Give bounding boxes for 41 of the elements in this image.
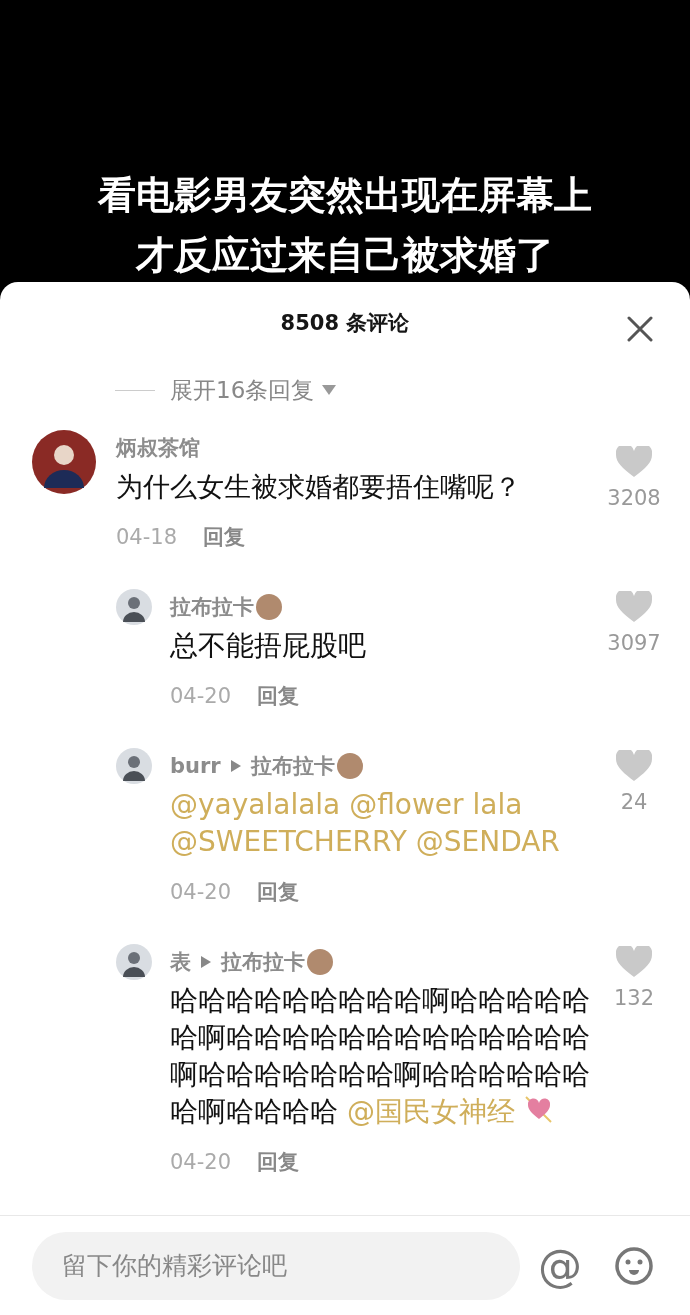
reply-button[interactable]: 回复 xyxy=(257,878,300,906)
author-name[interactable]: 炳叔茶馆 xyxy=(116,434,200,462)
mention-link[interactable]: @yayalalala xyxy=(170,788,341,821)
reply-to-name[interactable]: 拉布拉卡 xyxy=(221,948,305,976)
reply-button[interactable]: 回复 xyxy=(257,682,300,710)
reply-button[interactable]: 回复 xyxy=(257,1148,300,1176)
reply-arrow-icon xyxy=(201,956,211,968)
comment-date: 04-20 xyxy=(170,684,232,708)
comment-date: 04-20 xyxy=(170,880,232,904)
mention-link[interactable]: @国民女神经 xyxy=(346,1095,515,1128)
like-count: 3208 xyxy=(607,486,661,510)
avatar[interactable] xyxy=(116,748,152,784)
reply-button[interactable]: 回复 xyxy=(203,523,246,551)
comment-date: 04-20 xyxy=(170,1150,232,1174)
avatar[interactable] xyxy=(116,589,152,625)
caret-icon xyxy=(322,385,337,395)
author-name[interactable]: 表 xyxy=(170,948,191,976)
mention-link[interactable]: @SENDAR xyxy=(415,825,560,858)
avatar[interactable] xyxy=(116,944,152,980)
author-name[interactable]: 拉布拉卡 xyxy=(170,593,254,621)
video-caption: 看电影男友突然出现在屏幕上 xyxy=(98,172,592,218)
avatar[interactable] xyxy=(32,430,96,494)
expand-replies-link[interactable]: 展开16条回复 xyxy=(170,374,315,406)
reply-arrow-icon xyxy=(230,760,241,772)
emoji-icon[interactable] xyxy=(614,1245,654,1286)
video-caption: 才反应过来自己被求婚了 xyxy=(136,232,554,278)
comment-date: 04-18 xyxy=(116,525,178,549)
reply-to-name[interactable]: 拉布拉卡 xyxy=(250,752,335,780)
mention-link[interactable]: @SWEETCHERRY xyxy=(170,825,407,858)
mention-link[interactable]: @flower lala xyxy=(349,788,523,821)
author-name[interactable]: burr xyxy=(170,754,221,778)
comment-text: 为什么女生被求婚都要捂住嘴呢？ xyxy=(116,470,522,504)
comment-text: 哈哈哈哈哈哈哈哈哈啊哈哈哈哈哈哈啊哈哈哈哈哈哈哈哈哈哈哈哈哈啊哈哈哈哈哈哈哈啊哈哈哈哈哈哈哈啊哈哈哈哈 @国民女神经 xyxy=(170,983,591,1130)
like-count: 132 xyxy=(613,986,655,1010)
mention-button[interactable]: @ xyxy=(538,1243,582,1288)
comment-text: 总不能捂屁股吧 xyxy=(170,628,367,664)
sheet-title: 8508 条评论 xyxy=(280,310,410,337)
comment-input[interactable]: 留下你的精彩评论吧 xyxy=(32,1231,520,1300)
like-count: 3097 xyxy=(607,631,661,655)
close-icon[interactable] xyxy=(627,316,653,342)
like-count: 24 xyxy=(620,790,648,814)
